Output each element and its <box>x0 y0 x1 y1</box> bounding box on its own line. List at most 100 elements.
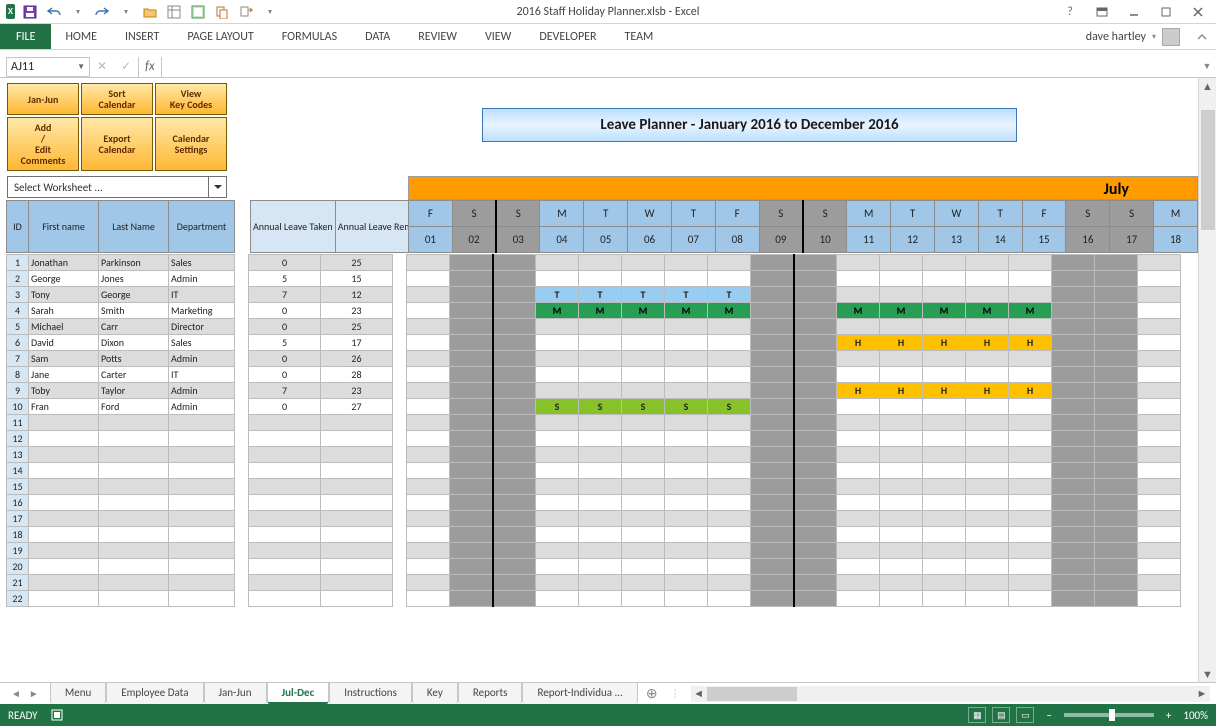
calendar-cell[interactable] <box>493 319 536 335</box>
cell[interactable]: 0 <box>249 399 321 415</box>
calendar-cell[interactable] <box>751 511 794 527</box>
cell[interactable]: 14 <box>7 463 29 479</box>
ribbon-tab-review[interactable]: REVIEW <box>404 24 471 49</box>
user-name[interactable]: dave hartley <box>1086 30 1146 44</box>
calendar-cell[interactable]: M <box>1009 303 1052 319</box>
calendar-cell[interactable] <box>794 591 837 607</box>
cell[interactable]: Parkinson <box>99 255 169 271</box>
cell[interactable] <box>29 559 99 575</box>
cell[interactable]: 20 <box>7 559 29 575</box>
calendar-cell[interactable] <box>407 271 450 287</box>
calendar-cell[interactable] <box>923 511 966 527</box>
calendar-cell[interactable] <box>708 351 751 367</box>
calendar-cell[interactable] <box>1052 511 1095 527</box>
cell[interactable]: Toby <box>29 383 99 399</box>
cell[interactable]: 22 <box>7 591 29 607</box>
calendar-cell[interactable]: H <box>880 335 923 351</box>
calendar-cell[interactable] <box>665 463 708 479</box>
calendar-cell[interactable] <box>493 527 536 543</box>
cell[interactable]: 5 <box>249 271 321 287</box>
calendar-cell[interactable] <box>880 255 923 271</box>
calendar-cell[interactable] <box>1095 335 1138 351</box>
calendar-cell[interactable] <box>794 575 837 591</box>
cell[interactable] <box>169 575 235 591</box>
cell[interactable]: 0 <box>249 351 321 367</box>
cell[interactable] <box>99 559 169 575</box>
calendar-cell[interactable] <box>1138 399 1181 415</box>
cell[interactable] <box>169 495 235 511</box>
calendar-cell[interactable] <box>1052 591 1095 607</box>
calendar-cell[interactable]: H <box>966 383 1009 399</box>
calendar-cell[interactable] <box>1052 351 1095 367</box>
cell[interactable] <box>99 431 169 447</box>
calendar-cell[interactable] <box>1095 511 1138 527</box>
calendar-cell[interactable] <box>579 319 622 335</box>
calendar-cell[interactable] <box>493 431 536 447</box>
cell[interactable] <box>99 479 169 495</box>
calendar-cell[interactable] <box>794 415 837 431</box>
calendar-cell[interactable] <box>622 415 665 431</box>
calendar-cell[interactable] <box>923 479 966 495</box>
calendar-cell[interactable] <box>665 431 708 447</box>
calendar-cell[interactable] <box>751 543 794 559</box>
cell[interactable] <box>321 559 393 575</box>
calendar-cell[interactable] <box>622 431 665 447</box>
calendar-cell[interactable] <box>622 559 665 575</box>
view-page-layout-icon[interactable]: ▤ <box>992 707 1010 723</box>
cell[interactable] <box>29 591 99 607</box>
cell[interactable]: 16 <box>7 495 29 511</box>
calendar-cell[interactable] <box>493 271 536 287</box>
calendar-cell[interactable] <box>751 495 794 511</box>
calendar-cell[interactable] <box>493 399 536 415</box>
calendar-cell[interactable] <box>665 319 708 335</box>
redo-dropdown-icon[interactable]: ▼ <box>117 3 135 21</box>
calendar-cell[interactable] <box>665 591 708 607</box>
calendar-cell[interactable] <box>837 511 880 527</box>
calendar-cell[interactable] <box>837 415 880 431</box>
calendar-cell[interactable] <box>751 271 794 287</box>
calendar-cell[interactable] <box>880 591 923 607</box>
cell[interactable] <box>169 447 235 463</box>
calendar-cell[interactable] <box>794 431 837 447</box>
calendar-cell[interactable] <box>622 463 665 479</box>
calendar-cell[interactable]: M <box>837 303 880 319</box>
calendar-cell[interactable]: H <box>923 335 966 351</box>
calendar-cell[interactable] <box>536 335 579 351</box>
cell[interactable]: Admin <box>169 271 235 287</box>
calendar-cell[interactable] <box>407 575 450 591</box>
calendar-cell[interactable] <box>536 255 579 271</box>
cell[interactable] <box>99 495 169 511</box>
calendar-cell[interactable] <box>923 255 966 271</box>
calendar-cell[interactable] <box>1009 511 1052 527</box>
cell[interactable] <box>99 575 169 591</box>
cell[interactable] <box>249 559 321 575</box>
calendar-cell[interactable] <box>1052 575 1095 591</box>
calendar-cell[interactable] <box>966 559 1009 575</box>
calendar-cell[interactable]: H <box>1009 335 1052 351</box>
calendar-cell[interactable] <box>1052 431 1095 447</box>
calendar-cell[interactable] <box>794 351 837 367</box>
calendar-cell[interactable] <box>708 255 751 271</box>
calendar-cell[interactable]: S <box>708 399 751 415</box>
calendar-cell[interactable] <box>923 351 966 367</box>
calendar-cell[interactable] <box>536 575 579 591</box>
calendar-cell[interactable] <box>1052 447 1095 463</box>
calendar-cell[interactable] <box>450 351 493 367</box>
calendar-cell[interactable] <box>665 271 708 287</box>
cell[interactable] <box>249 527 321 543</box>
calendar-cell[interactable] <box>450 319 493 335</box>
cell[interactable] <box>99 415 169 431</box>
ribbon-display-options-icon[interactable] <box>1088 2 1116 22</box>
cell[interactable] <box>99 543 169 559</box>
calendar-cell[interactable] <box>579 543 622 559</box>
calendar-cell[interactable] <box>923 591 966 607</box>
calendar-cell[interactable] <box>708 559 751 575</box>
calendar-cell[interactable] <box>1095 479 1138 495</box>
calendar-cell[interactable] <box>751 591 794 607</box>
calendar-cell[interactable] <box>1138 559 1181 575</box>
calendar-cell[interactable] <box>966 543 1009 559</box>
calendar-cell[interactable]: S <box>536 399 579 415</box>
sheet-tab-menu[interactable]: Menu <box>50 682 106 704</box>
calendar-cell[interactable] <box>493 415 536 431</box>
cell[interactable]: 18 <box>7 527 29 543</box>
